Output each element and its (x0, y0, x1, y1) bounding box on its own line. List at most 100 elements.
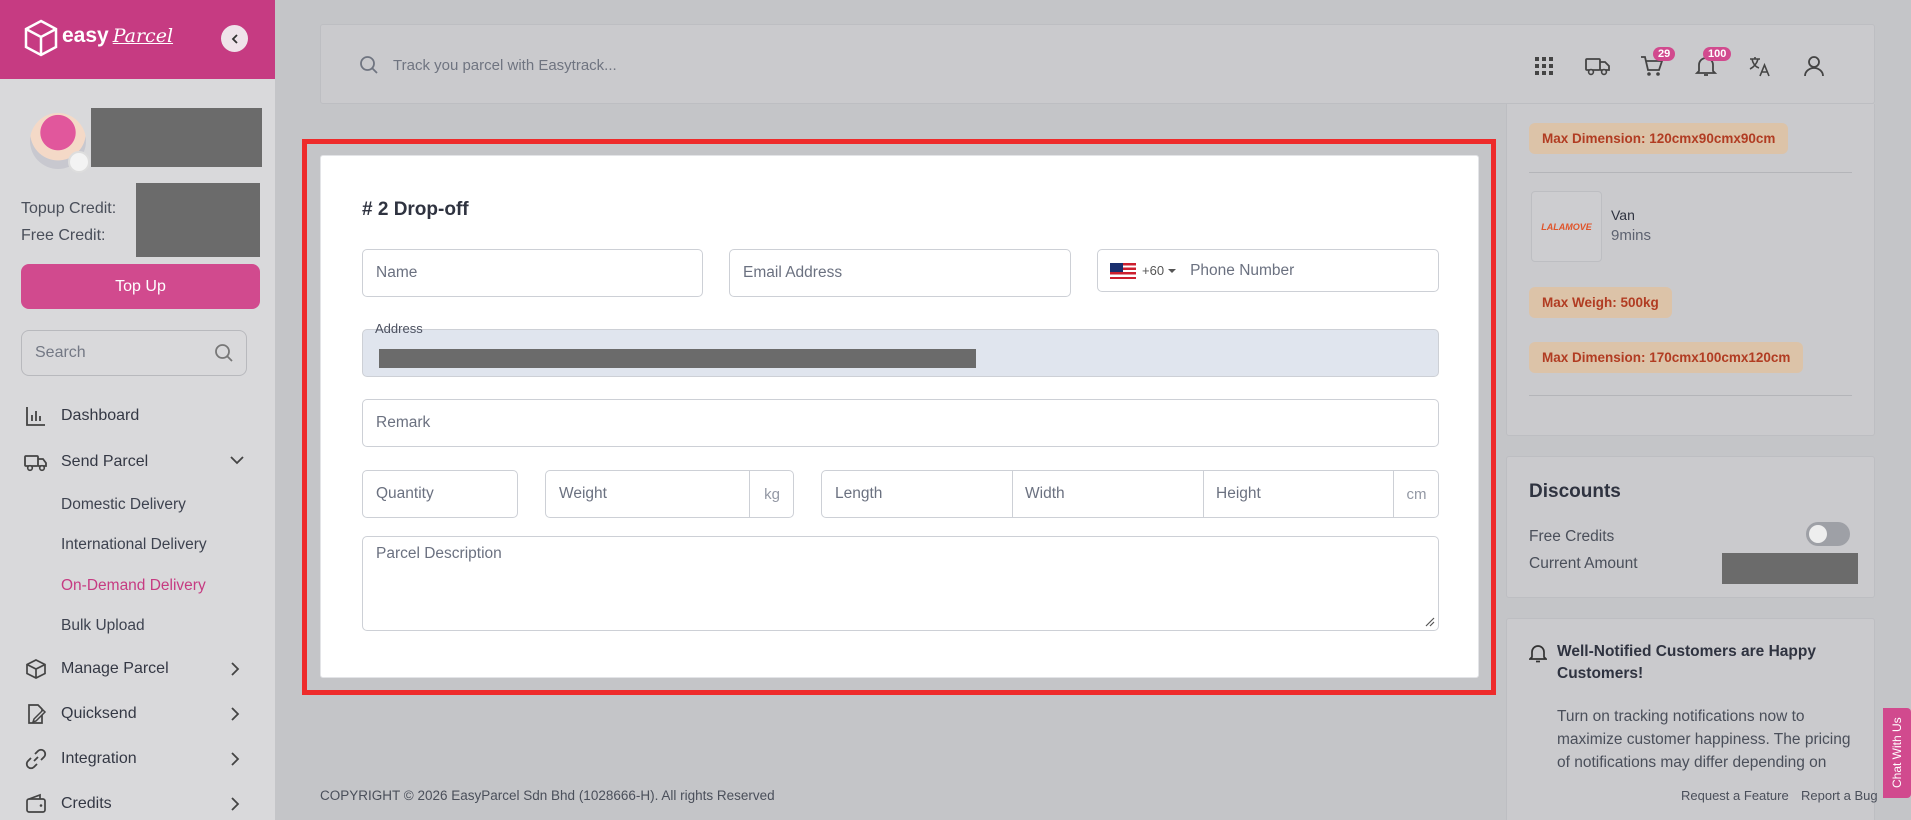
sidebar-subitem-on-demand[interactable]: On-Demand Delivery (61, 577, 206, 595)
phone-field: +60 Phone Number (1097, 249, 1439, 292)
redacted-username (91, 108, 262, 167)
vehicle-name: Van (1611, 207, 1635, 223)
vehicle-eta: 9mins (1611, 227, 1652, 244)
delivery-truck-icon[interactable] (1585, 53, 1611, 79)
chevron-right-icon[interactable] (230, 752, 240, 766)
redacted-address (379, 349, 976, 368)
max-weight-badge: Max Weigh: 500kg (1529, 287, 1672, 318)
email-input[interactable]: Email Address (729, 249, 1071, 297)
resize-handle-icon[interactable] (1425, 617, 1435, 627)
user-profile-icon[interactable] (1801, 53, 1827, 79)
redacted-amount (1722, 553, 1858, 584)
quantity-input[interactable]: Quantity (362, 470, 518, 518)
sidebar-subitem-domestic[interactable]: Domestic Delivery (61, 496, 186, 514)
request-feature-link[interactable]: Request a Feature (1681, 788, 1789, 803)
malaysia-flag-icon (1110, 262, 1136, 279)
address-label: Address (375, 321, 423, 336)
search-icon (215, 344, 233, 362)
topup-credit-label: Topup Credit: (21, 200, 117, 217)
sidebar-item-send-parcel[interactable]: Send Parcel (24, 450, 148, 474)
free-credit-label: Free Credit: (21, 227, 106, 244)
weight-field: Weight kg (545, 470, 794, 518)
country-flag-icon (68, 151, 90, 173)
copyright-text: COPYRIGHT © 2026 EasyParcel Sdn Bhd (102… (320, 788, 775, 803)
phone-country-code[interactable]: +60 (1142, 263, 1164, 278)
dimension-unit: cm (1393, 471, 1439, 517)
width-input[interactable]: Width (1025, 485, 1065, 503)
address-field[interactable]: Address (362, 321, 1439, 377)
chevron-right-icon[interactable] (230, 797, 240, 811)
top-bar: Track you parcel with Easytrack... 29 10… (320, 24, 1875, 104)
notification-button[interactable]: 100 (1693, 47, 1732, 79)
sidebar-item-label: Send Parcel (61, 453, 149, 470)
lalamove-logo: LALAMOVE (1531, 191, 1602, 262)
divider (1529, 172, 1852, 173)
remark-input[interactable]: Remark (362, 399, 1439, 447)
chat-with-us-button[interactable]: Chat With Us (1883, 708, 1911, 798)
length-input[interactable]: Length (835, 485, 882, 503)
sidebar-subitem-international[interactable]: International Delivery (61, 536, 207, 554)
discounts-title: Discounts (1529, 481, 1621, 502)
link-icon (24, 747, 48, 771)
topup-button[interactable]: Top Up (21, 264, 260, 309)
discounts-panel: Discounts Free Credits Current Amount (1506, 456, 1875, 598)
cart-button[interactable]: 29 (1639, 47, 1676, 79)
sidebar-item-credits[interactable]: Credits (24, 792, 112, 816)
sidebar-item-manage-parcel[interactable]: Manage Parcel (24, 657, 169, 681)
search-icon (360, 56, 378, 74)
truck-icon (24, 450, 48, 474)
chevron-left-icon (231, 33, 238, 44)
divider (1012, 471, 1013, 517)
sidebar: easy Parcel Topup Credit: Free Credit: To… (0, 0, 275, 820)
chevron-right-icon[interactable] (230, 662, 240, 676)
sidebar-search-placeholder: Search (35, 344, 86, 361)
cart-count-badge: 29 (1653, 47, 1676, 61)
brand-header: easy Parcel (0, 0, 275, 79)
translate-icon[interactable] (1747, 53, 1773, 79)
notification-count-badge: 100 (1703, 47, 1732, 61)
parcel-description-textarea[interactable]: Parcel Description (362, 536, 1439, 631)
drop-off-title: # 2 Drop-off (362, 199, 469, 220)
divider (1203, 471, 1204, 517)
sidebar-item-label: Dashboard (61, 407, 140, 424)
sidebar-item-label: Quicksend (61, 705, 137, 722)
description-placeholder: Parcel Description (376, 545, 502, 562)
caret-down-icon[interactable] (1167, 268, 1177, 274)
wallet-icon (24, 792, 48, 816)
edit-icon (24, 702, 48, 726)
sidebar-subitem-bulk-upload[interactable]: Bulk Upload (61, 617, 145, 635)
box-logo-icon (24, 19, 58, 57)
weight-input[interactable]: Weight (559, 485, 607, 503)
max-dimension-badge: Max Dimension: 120cmx90cmx90cm (1529, 123, 1789, 154)
sidebar-item-label: Integration (61, 750, 137, 767)
brand-logo[interactable]: easy Parcel (62, 24, 173, 48)
sidebar-item-dashboard[interactable]: Dashboard (24, 404, 139, 428)
sidebar-item-integration[interactable]: Integration (24, 747, 137, 771)
apps-grid-icon[interactable] (1531, 53, 1557, 79)
vehicle-options-panel: Max Dimension: 120cmx90cmx90cm LALAMOVE … (1506, 104, 1875, 436)
free-credits-label: Free Credits (1529, 528, 1615, 545)
current-amount-label: Current Amount (1529, 555, 1638, 572)
dimensions-field: Length Width Height cm (821, 470, 1439, 518)
max-dimension-badge: Max Dimension: 170cmx100cmx120cm (1529, 342, 1804, 373)
sidebar-collapse-button[interactable] (221, 25, 248, 52)
report-bug-link[interactable]: Report a Bug (1801, 788, 1878, 803)
height-input[interactable]: Height (1216, 485, 1261, 503)
avatar[interactable] (30, 113, 90, 173)
sidebar-item-quicksend[interactable]: Quicksend (24, 702, 137, 726)
sidebar-item-label: Credits (61, 795, 112, 812)
drop-off-card: # 2 Drop-off Name Email Address +60 Phon… (320, 155, 1479, 678)
free-credits-toggle[interactable] (1806, 522, 1850, 546)
sidebar-search-input[interactable]: Search (21, 330, 247, 376)
sidebar-item-label: Manage Parcel (61, 660, 169, 677)
divider (1529, 395, 1852, 396)
phone-input[interactable]: Phone Number (1190, 262, 1294, 280)
notice-body: Turn on tracking notifications now to ma… (1557, 708, 1851, 771)
track-parcel-input[interactable]: Track you parcel with Easytrack... (393, 57, 617, 74)
bell-icon (1529, 645, 1547, 663)
name-input[interactable]: Name (362, 249, 703, 297)
notice-title: Well-Notified Customers are Happy Custom… (1557, 643, 1816, 682)
chevron-right-icon[interactable] (230, 707, 240, 721)
chevron-down-icon[interactable] (230, 455, 244, 465)
weight-unit: kg (749, 471, 794, 517)
